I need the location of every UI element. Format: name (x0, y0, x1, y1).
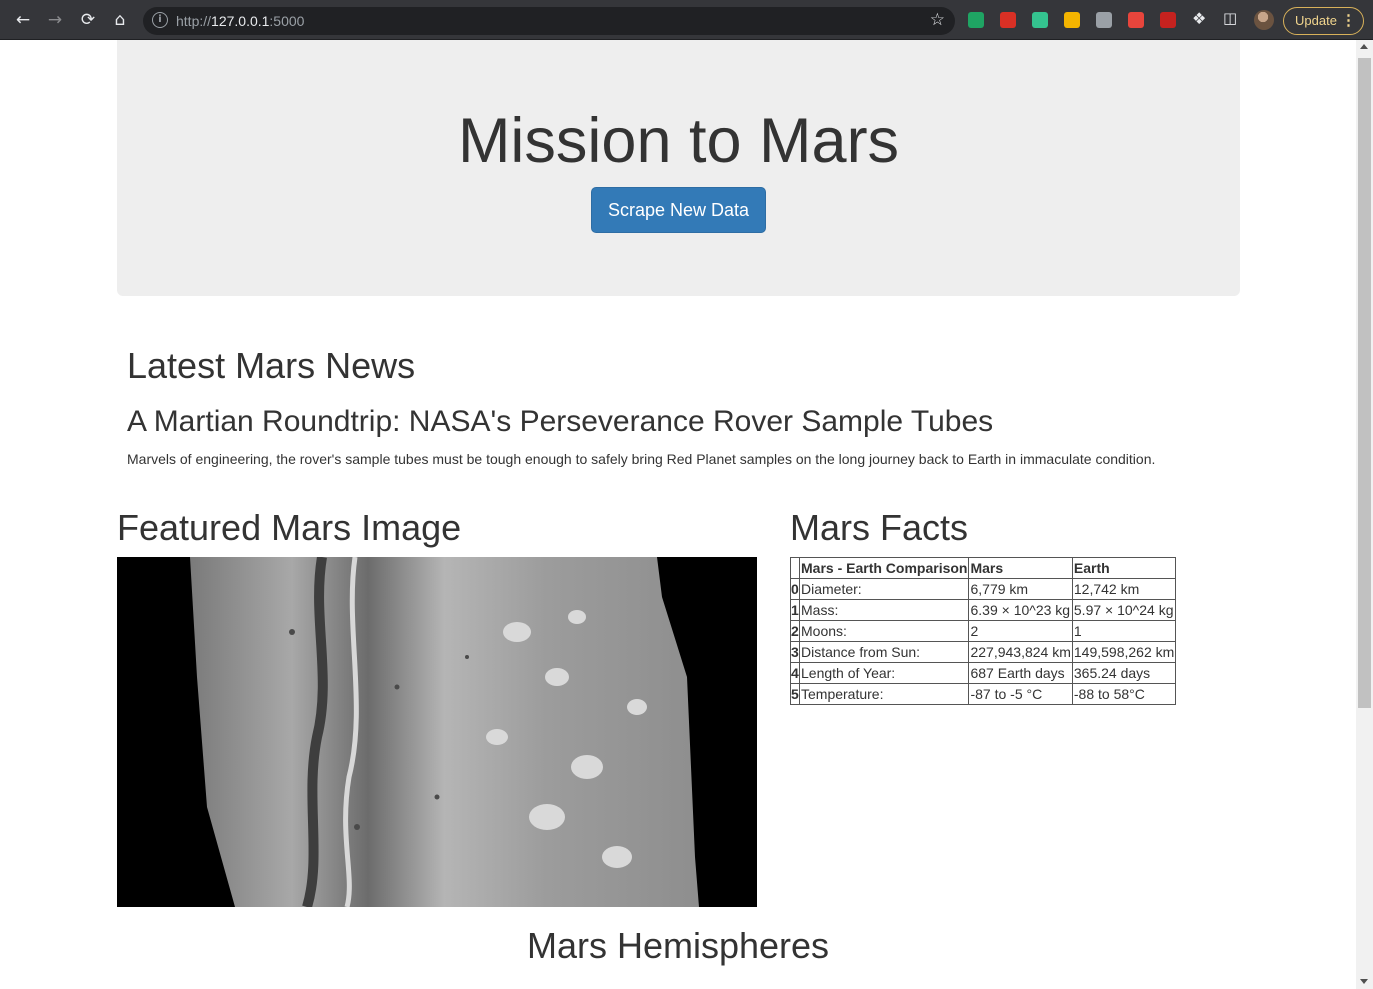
page-title: Mission to Mars (457, 106, 900, 176)
row-index: 0 (790, 578, 800, 600)
row-index: 2 (790, 620, 800, 642)
mars-surface-image (190, 557, 699, 907)
scrollbar-thumb[interactable] (1358, 58, 1371, 708)
latest-news-heading: Latest Mars News (127, 345, 416, 386)
column-header: Mars (968, 557, 1073, 579)
google-drive-alt-icon[interactable] (1064, 12, 1080, 28)
extension-red-icon[interactable] (1000, 12, 1016, 28)
earth-value: -88 to 58°C (1071, 683, 1177, 705)
notion-n-icon[interactable] (1032, 12, 1048, 28)
mars-value: 227,943,824 km (968, 641, 1073, 663)
earth-value: 149,598,262 km (1071, 641, 1177, 663)
browser-toolbar: ← → ⟳ ⌂ i http://127.0.0.1:5000 ☆ ❖ ◫ Up… (0, 0, 1373, 40)
table-row: 5 Temperature: -87 to -5 °C -88 to 58°C (790, 683, 1177, 705)
table-row: 0 Diameter: 6,779 km 12,742 km (790, 578, 1177, 600)
fact-label: Mass: (798, 599, 970, 621)
row-index: 3 (790, 641, 800, 663)
table-header-row: Mars - Earth Comparison Mars Earth (790, 557, 1177, 579)
fact-label: Moons: (798, 620, 970, 642)
url-text[interactable]: http://127.0.0.1:5000 (176, 13, 304, 29)
fact-label: Diameter: (798, 578, 970, 600)
b-extension-icon[interactable] (1160, 12, 1176, 28)
fact-label: Distance from Sun: (798, 641, 970, 663)
scroll-up-arrow-icon[interactable] (1360, 44, 1368, 49)
earth-value: 5.97 × 10^24 kg (1071, 599, 1177, 621)
table-row: 2 Moons: 2 1 (790, 620, 1177, 642)
row-index: 1 (790, 599, 800, 621)
mars-hemispheres-heading: Mars Hemispheres (526, 925, 830, 966)
mars-facts-table: Mars - Earth Comparison Mars Earth 0 Dia… (790, 557, 1177, 705)
featured-mars-image (117, 557, 757, 907)
shield-extension-icon[interactable] (1128, 12, 1144, 28)
update-label: Update (1295, 13, 1337, 28)
row-index: 4 (790, 662, 800, 684)
earth-value: 12,742 km (1071, 578, 1177, 600)
fact-label: Temperature: (798, 683, 970, 705)
url-host: 127.0.0.1 (211, 13, 270, 29)
profile-avatar[interactable] (1254, 10, 1274, 30)
column-header: Earth (1071, 557, 1177, 579)
earth-value: 365.24 days (1071, 662, 1177, 684)
table-row: 1 Mass: 6.39 × 10^23 kg 5.97 × 10^24 kg (790, 599, 1177, 621)
row-index: 5 (790, 683, 800, 705)
news-paragraph: Marvels of engineering, the rover's samp… (127, 451, 1156, 467)
table-row: 4 Length of Year: 687 Earth days 365.24 … (790, 662, 1177, 684)
back-arrow-icon[interactable]: ← (11, 8, 35, 32)
mars-value: 6.39 × 10^23 kg (968, 599, 1073, 621)
column-header: Mars - Earth Comparison (798, 557, 970, 579)
index-header (790, 557, 800, 579)
scroll-down-arrow-icon[interactable] (1360, 979, 1368, 984)
url-port: :5000 (269, 13, 305, 29)
extensions-puzzle-icon[interactable]: ❖ (1192, 9, 1206, 28)
google-drive-icon[interactable] (968, 12, 984, 28)
scrape-new-data-button[interactable]: Scrape New Data (591, 187, 766, 233)
mars-value: -87 to -5 °C (968, 683, 1073, 705)
bookmark-star-icon[interactable]: ☆ (930, 10, 945, 30)
reload-icon[interactable]: ⟳ (76, 8, 100, 32)
address-bar[interactable]: i http://127.0.0.1:5000 ☆ (143, 7, 955, 35)
fact-label: Length of Year: (798, 662, 970, 684)
site-info-icon[interactable]: i (152, 12, 168, 28)
table-row: 3 Distance from Sun: 227,943,824 km 149,… (790, 641, 1177, 663)
cast-icon[interactable]: ◫ (1223, 9, 1237, 27)
news-title: A Martian Roundtrip: NASA's Perseverance… (127, 405, 994, 438)
mars-value: 687 Earth days (968, 662, 1073, 684)
mars-value: 2 (968, 620, 1073, 642)
featured-image-heading: Featured Mars Image (117, 507, 462, 548)
more-menu-icon[interactable]: ⋮ (1341, 8, 1356, 34)
mars-facts-heading: Mars Facts (790, 507, 969, 548)
mars-value: 6,779 km (968, 578, 1073, 600)
earth-value: 1 (1071, 620, 1177, 642)
forward-arrow-icon[interactable]: → (43, 8, 67, 32)
page-scrollbar[interactable] (1356, 40, 1373, 989)
url-scheme: http:// (176, 13, 212, 29)
update-button[interactable]: Update ⋮ (1283, 7, 1364, 35)
home-icon[interactable]: ⌂ (108, 8, 132, 32)
extension-gray-icon[interactable] (1096, 12, 1112, 28)
